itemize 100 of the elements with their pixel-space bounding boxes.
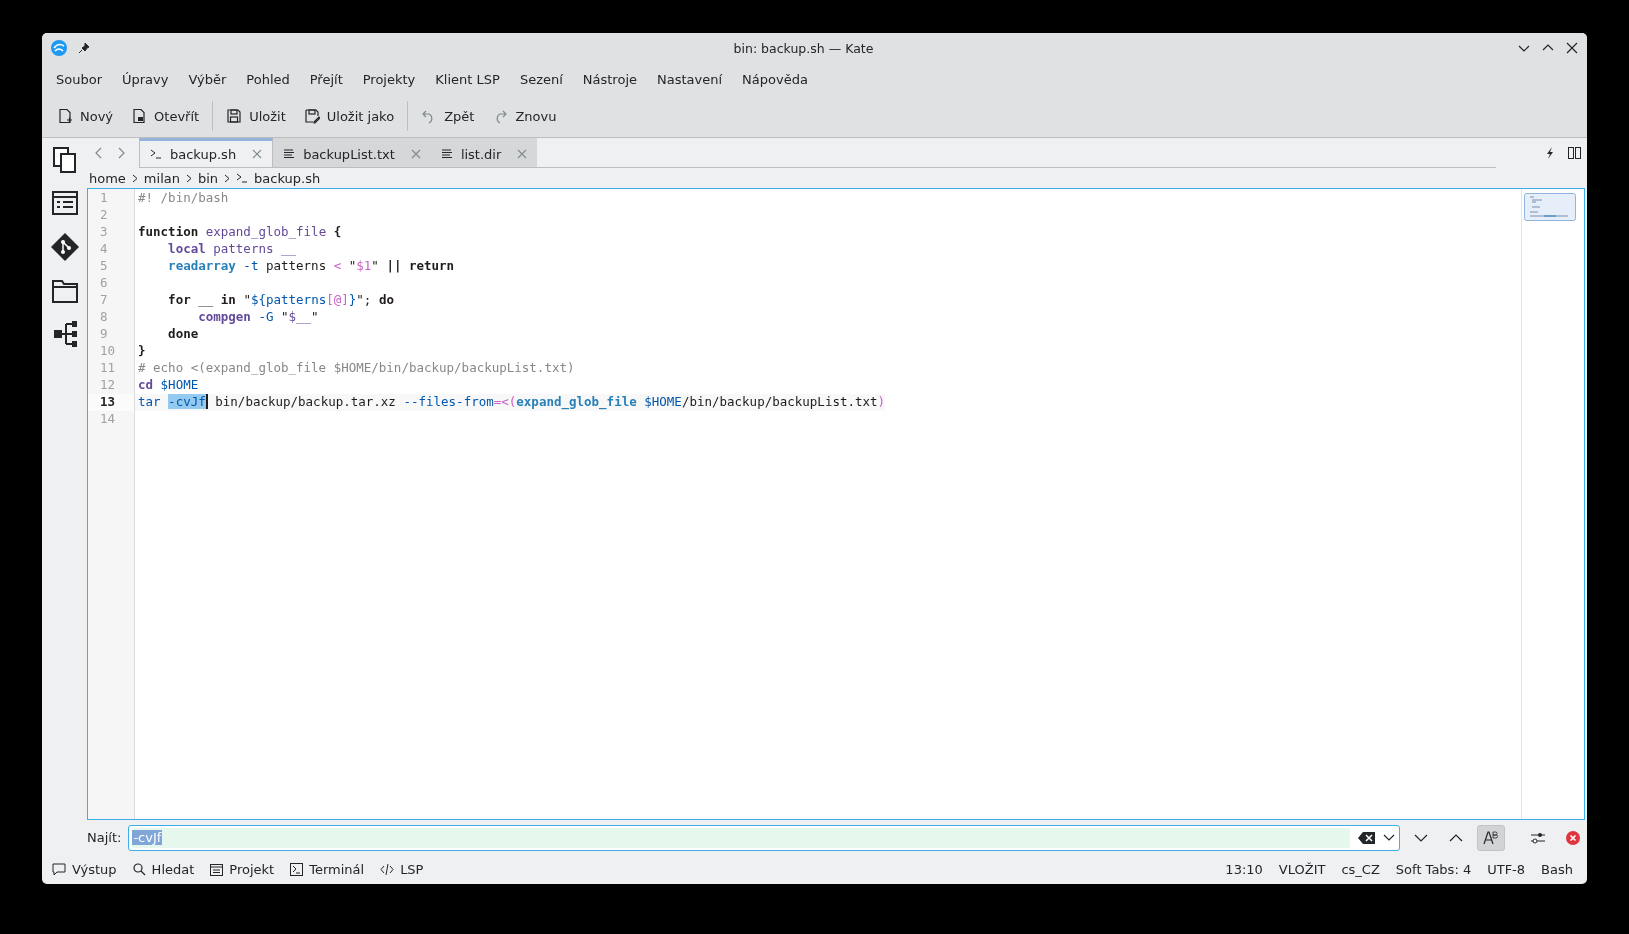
line-number: 3 xyxy=(99,224,109,241)
code-line: done xyxy=(167,326,199,343)
code-line: compgen -G "$__" xyxy=(197,309,319,326)
code-line: for __ in "${patterns[@]}"; do xyxy=(167,292,394,309)
line-number: 12 xyxy=(99,377,117,394)
line-number: 2 xyxy=(99,207,109,224)
menu-item[interactable]: Soubor xyxy=(46,67,112,91)
menu-item[interactable]: Pohled xyxy=(236,67,300,91)
breadcrumb-item[interactable]: home xyxy=(89,170,126,186)
code-line: readarray -t patterns < "$1" || return xyxy=(167,258,455,275)
tool-view-button[interactable]: Projekt xyxy=(204,857,281,882)
status-item[interactable]: Bash xyxy=(1533,862,1581,877)
save-as-icon xyxy=(303,108,320,124)
breadcrumb-item[interactable]: milan xyxy=(143,170,180,186)
tool-view-button[interactable]: Hledat xyxy=(126,857,201,882)
menu-item[interactable]: Klient LSP xyxy=(425,67,510,91)
line-number: 9 xyxy=(99,326,109,343)
folder-icon xyxy=(51,279,78,303)
pin-icon xyxy=(78,42,90,54)
terminal-icon xyxy=(236,172,249,184)
match-case-toggle[interactable] xyxy=(1477,824,1505,851)
toolbar-button[interactable]: Nový xyxy=(48,103,123,129)
speech-bubble-icon xyxy=(52,863,66,876)
document-tab[interactable]: backup.sh xyxy=(139,138,274,167)
menu-item[interactable]: Sezení xyxy=(509,67,573,91)
split-view-icon xyxy=(1568,147,1581,159)
terminal-icon xyxy=(290,863,304,876)
app-logo-icon xyxy=(50,39,68,57)
text-file-icon xyxy=(440,148,453,160)
find-label: Najít: xyxy=(87,830,123,845)
menu-item[interactable]: Přejít xyxy=(299,67,353,91)
line-number: 13 xyxy=(88,394,134,411)
menu-item[interactable]: Nástroje xyxy=(572,67,647,91)
window-title: bin: backup.sh — Kate xyxy=(732,40,875,56)
line-number: 8 xyxy=(99,309,109,326)
forward-icon xyxy=(117,147,127,159)
line-number: 14 xyxy=(99,411,117,428)
breadcrumb-item[interactable]: bin xyxy=(197,170,219,186)
line-number: 6 xyxy=(99,275,109,292)
code-line: # echo <(expand_glob_file $HOME/bin/backup/backupList.txt) xyxy=(137,360,575,377)
document-tab[interactable]: backupList.txt xyxy=(273,138,431,167)
back-icon xyxy=(93,147,103,159)
toolbar-button[interactable]: Uložit xyxy=(217,103,295,129)
terminal-icon xyxy=(150,148,162,160)
match-case-icon xyxy=(1483,830,1499,845)
toolbar-button[interactable]: Otevřít xyxy=(122,103,209,129)
line-number: 10 xyxy=(99,343,117,360)
menu-item[interactable]: Nápověda xyxy=(732,67,818,91)
open-document-icon xyxy=(131,108,148,124)
close-icon xyxy=(1565,41,1579,55)
code-icon xyxy=(380,863,395,876)
code-line: local patterns __ xyxy=(167,241,297,258)
menu-item[interactable]: Projekty xyxy=(352,67,426,91)
menu-item[interactable]: Nastavení xyxy=(647,67,733,91)
chevron-icon xyxy=(185,173,192,183)
toolbar-button[interactable]: Znovu xyxy=(483,103,566,129)
breadcrumb-item[interactable]: backup.sh xyxy=(254,170,321,186)
chevron-icon xyxy=(224,173,231,183)
status-item[interactable]: VLOŽIT xyxy=(1270,862,1334,877)
status-item[interactable]: 13:10 xyxy=(1217,862,1271,877)
status-item[interactable]: Soft Tabs: 4 xyxy=(1387,862,1480,877)
save-icon xyxy=(226,108,243,124)
list-icon xyxy=(51,191,78,215)
toolbar-button[interactable]: Zpět xyxy=(412,103,484,129)
toolbar-button[interactable]: Uložit jako xyxy=(294,103,404,129)
git-icon xyxy=(49,232,80,262)
menu-item[interactable]: Úpravy xyxy=(112,67,179,91)
code-line: cd $HOME xyxy=(137,377,199,394)
tool-view-button[interactable]: LSP xyxy=(374,857,430,882)
minimap-drawing xyxy=(1524,193,1576,221)
chevron-up-icon xyxy=(1449,832,1463,843)
line-number: 5 xyxy=(99,258,109,275)
search-icon xyxy=(132,863,146,876)
code-line: } xyxy=(137,343,146,360)
tool-view-button[interactable]: Výstup xyxy=(46,857,123,882)
diagram-icon xyxy=(51,320,78,348)
documents-icon xyxy=(51,146,78,174)
lightning-icon xyxy=(1546,147,1554,159)
line-number: 1 xyxy=(99,190,109,207)
close-icon xyxy=(517,149,528,159)
line-number: 11 xyxy=(99,360,117,377)
dropdown-icon xyxy=(1383,833,1395,842)
chevron-icon xyxy=(131,173,138,183)
new-document-icon xyxy=(57,108,73,124)
close-icon xyxy=(252,149,263,159)
text-file-icon xyxy=(283,148,296,160)
chevron-down-icon xyxy=(1414,832,1428,843)
tool-view-button[interactable]: Terminál xyxy=(284,857,371,882)
line-number: 7 xyxy=(99,292,109,309)
sliders-icon xyxy=(1531,830,1545,845)
line-number: 4 xyxy=(99,241,109,258)
menu-item[interactable]: Výběr xyxy=(178,67,237,91)
status-item[interactable]: cs_CZ xyxy=(1333,862,1388,877)
code-line: #! /bin/bash xyxy=(137,190,229,207)
list-icon xyxy=(210,863,224,876)
status-item[interactable]: UTF-8 xyxy=(1479,862,1534,877)
document-tab[interactable]: list.dir xyxy=(430,138,538,167)
code-line: function expand_glob_file { xyxy=(137,224,342,241)
close-icon xyxy=(1566,830,1580,845)
clear-icon xyxy=(1358,831,1375,844)
